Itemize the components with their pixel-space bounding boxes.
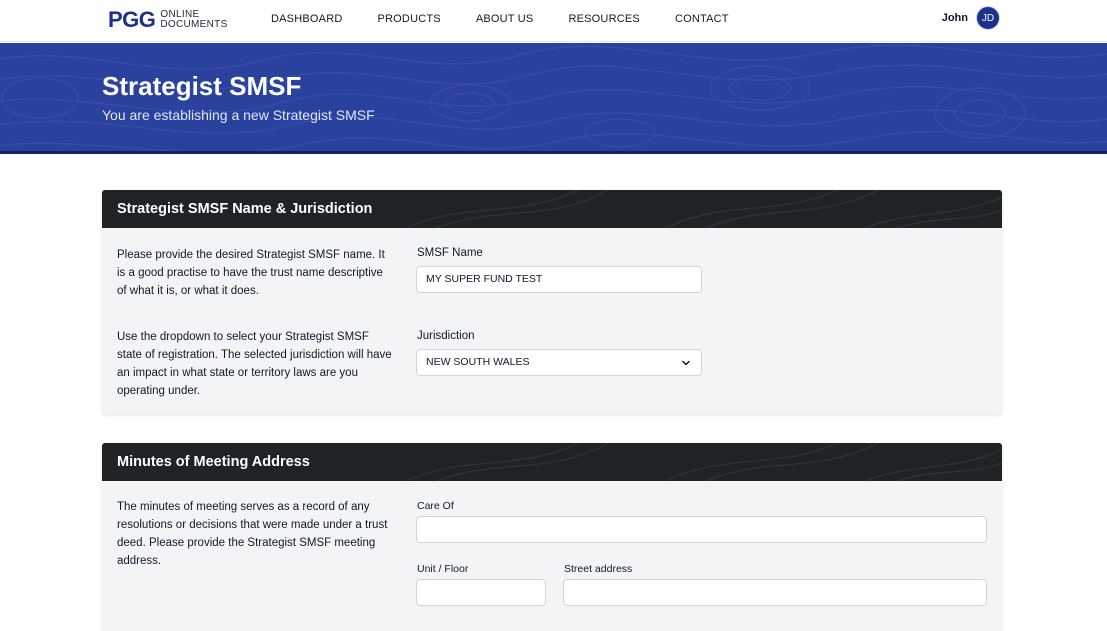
card-title: Strategist SMSF Name & Jurisdiction xyxy=(117,201,373,217)
unit-floor-input[interactable] xyxy=(416,579,546,606)
nav-links: DASHBOARD PRODUCTS ABOUT US RESOURCES CO… xyxy=(271,13,764,25)
card-title: Minutes of Meeting Address xyxy=(117,454,310,470)
meeting-address-card: Minutes of Meeting Address The minutes o… xyxy=(102,443,1002,631)
avatar[interactable]: JD xyxy=(976,6,1000,30)
smsf-name-input[interactable]: MY SUPER FUND TEST xyxy=(416,266,702,293)
jurisdiction-help: Use the dropdown to select your Strategi… xyxy=(117,331,392,397)
jurisdiction-select[interactable]: NEW SOUTH WALES xyxy=(416,349,702,376)
nav-link-resources[interactable]: RESOURCES xyxy=(568,13,639,25)
jurisdiction-label: Jurisdiction xyxy=(417,330,475,342)
jurisdiction-value: NEW SOUTH WALES xyxy=(426,356,530,368)
card-header: Minutes of Meeting Address xyxy=(102,443,1002,481)
nav-link-products[interactable]: PRODUCTS xyxy=(377,13,440,25)
name-jurisdiction-card: Strategist SMSF Name & Jurisdiction Plea… xyxy=(102,190,1002,414)
meeting-address-help: The minutes of meeting serves as a recor… xyxy=(117,501,388,567)
logo-mark: PGG xyxy=(108,7,156,32)
nav-link-contact[interactable]: CONTACT xyxy=(675,13,729,25)
brand-logo[interactable]: PGG ONLINE DOCUMENTS xyxy=(108,7,228,33)
page-title: Strategist SMSF xyxy=(102,71,302,101)
card-header: Strategist SMSF Name & Jurisdiction xyxy=(102,190,1002,228)
top-navbar: PGG ONLINE DOCUMENTS DASHBOARD PRODUCTS … xyxy=(0,0,1107,42)
smsf-name-label: SMSF Name xyxy=(417,247,483,259)
chevron-down-icon xyxy=(682,360,690,366)
logo-text: ONLINE DOCUMENTS xyxy=(160,9,228,30)
care-of-label: Care Of xyxy=(417,500,454,512)
street-address-input[interactable] xyxy=(563,579,987,606)
care-of-input[interactable] xyxy=(416,516,987,543)
page-subtitle: You are establishing a new Strategist SM… xyxy=(102,107,375,123)
nav-link-about-us[interactable]: ABOUT US xyxy=(476,13,534,25)
street-address-label: Street address xyxy=(564,563,633,575)
nav-link-dashboard[interactable]: DASHBOARD xyxy=(271,13,342,25)
user-name: John xyxy=(941,12,968,24)
unit-floor-label: Unit / Floor xyxy=(417,563,469,575)
user-menu[interactable]: John JD xyxy=(942,6,1000,30)
page-hero: Strategist SMSF You are establishing a n… xyxy=(0,43,1107,154)
smsf-name-help: Please provide the desired Strategist SM… xyxy=(117,249,385,297)
